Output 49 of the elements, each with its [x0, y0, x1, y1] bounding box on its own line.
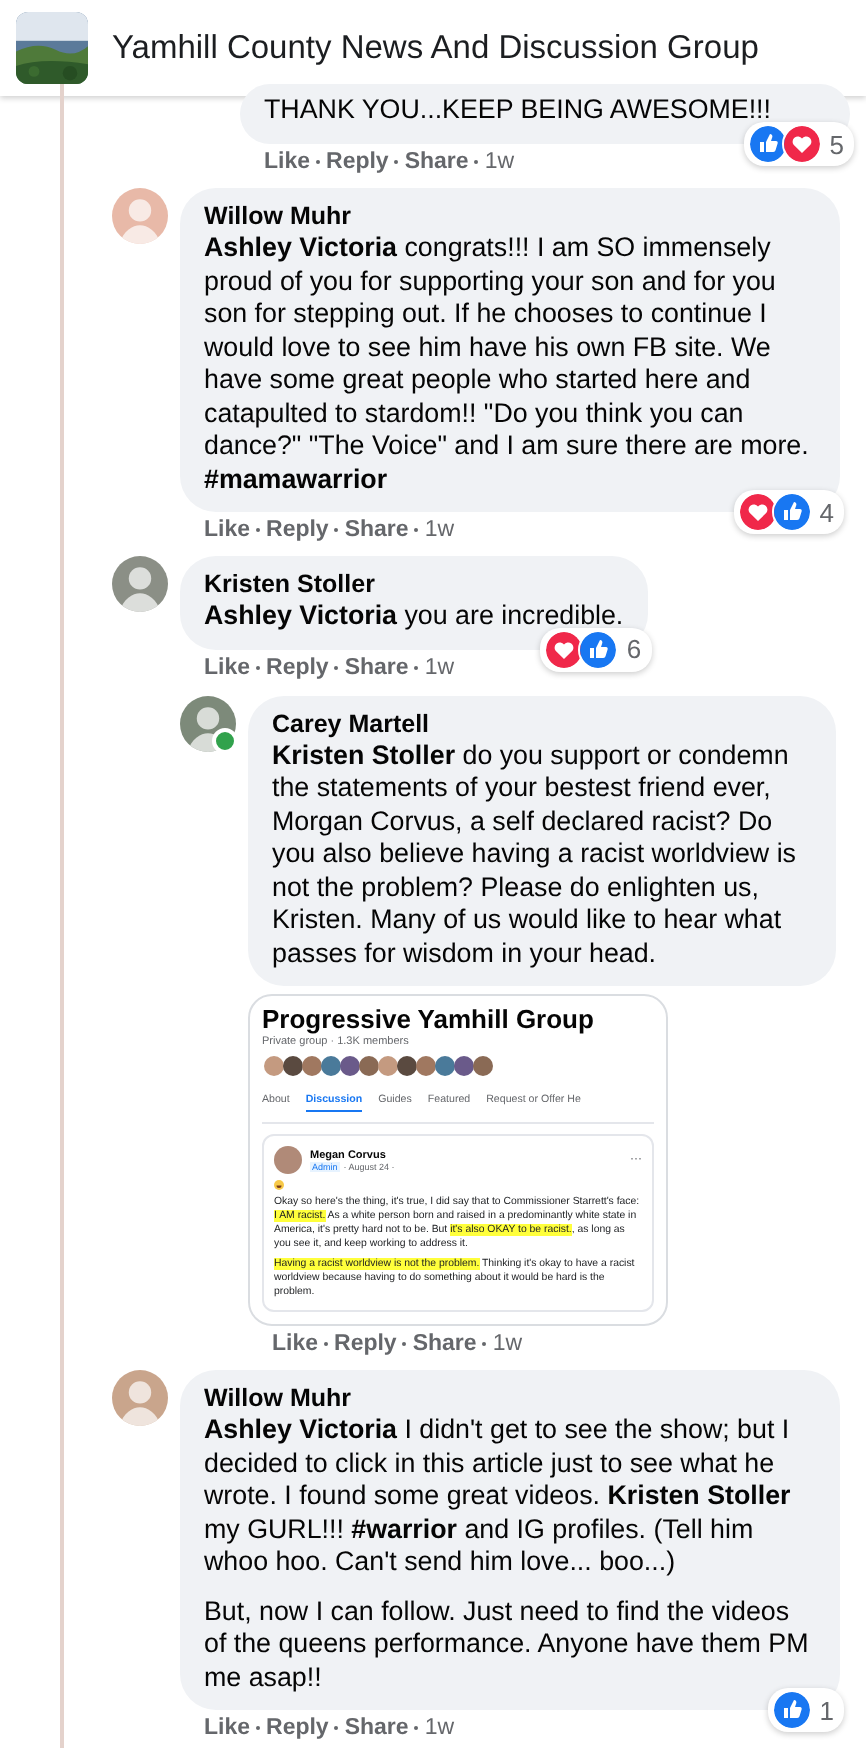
comment-text: Ashley Victoria you are incredible. — [204, 600, 624, 633]
timestamp: 1w — [424, 518, 455, 542]
comment-text: Ashley Victoria I didn't get to see the show; but I decided to click in this article just to see what he wrote. I found some great videos. Kristen Stoller my GURL!!! #warrior and IG profiles. (Tell him whoo hoo. Can't send him love... boo...) — [204, 1414, 793, 1579]
avatar[interactable] — [112, 556, 168, 612]
thumbs-up-icon — [771, 492, 812, 532]
action-link[interactable]: Reply — [334, 1332, 397, 1356]
timestamp: 1w — [424, 655, 455, 679]
group-title: Yamhill County News And Discussion Group — [112, 29, 759, 67]
action-link[interactable]: Like — [264, 150, 311, 174]
avatar — [274, 1146, 302, 1174]
comment-text: Kristen Stoller do you support or condemn the statements of your bestest friend ever, Morgan Corvus, a self declared racist? Do you also believe having a racist worldview is not the problem? Please do enlighten us, Kristen. Many of us would like to hear what passes for wisdom in your head. — [272, 739, 798, 970]
action-link[interactable]: Like — [204, 1716, 251, 1740]
action-link[interactable]: Reply — [266, 655, 329, 679]
timestamp: 1w — [424, 1716, 455, 1740]
author-name[interactable]: Willow Muhr — [204, 200, 816, 232]
thumbs-up-icon — [771, 1690, 812, 1730]
action-link[interactable]: Share — [412, 1332, 477, 1356]
avatar[interactable] — [112, 1370, 168, 1426]
action-link[interactable]: Reply — [266, 518, 329, 542]
timestamp: 1w — [492, 1332, 523, 1356]
screenshot-card[interactable] — [248, 994, 668, 1326]
comment-text: Ashley Victoria congrats!!! I am SO immensely proud of you for supporting your son and for you son for stepping out. If he chooses to continue I would love to see him have his own FB site. We have some great people who started here and catapulted to stardom!! "Do you think you can dance?" "The Voice" and I am sure there are more. #mamawarrior — [204, 232, 811, 496]
group-name: Progressive Yamhill Group — [262, 1004, 596, 1034]
heart-icon — [544, 629, 585, 669]
action-link[interactable]: Like — [272, 1332, 319, 1356]
heart-icon — [781, 124, 822, 164]
reaction-badge[interactable]: 5 — [743, 122, 854, 166]
author-name[interactable]: Kristen Stoller — [204, 568, 624, 600]
reaction-badge[interactable]: 1 — [767, 1688, 844, 1732]
action-link[interactable]: Share — [344, 1716, 409, 1740]
action-link[interactable]: Like — [204, 655, 251, 679]
action-link[interactable]: Share — [404, 150, 469, 174]
comment-text: But, now I can follow. Just need to find the videos of the queens performance. Anyone have them PM me asap!! — [204, 1595, 811, 1694]
reaction-badge[interactable]: 4 — [733, 490, 844, 534]
thumbs-up-icon — [578, 629, 619, 669]
action-link[interactable]: Share — [344, 655, 409, 679]
thumbs-up-icon — [747, 124, 788, 164]
comment-text: THANK YOU...KEEP BEING AWESOME!!! — [264, 94, 771, 124]
action-link[interactable]: Reply — [266, 1716, 329, 1740]
reaction-badge[interactable]: 6 — [540, 627, 652, 671]
avatar[interactable] — [112, 188, 168, 244]
action-link[interactable]: Share — [344, 518, 409, 542]
author-name[interactable]: Carey Martell — [272, 707, 812, 739]
heart-icon — [737, 492, 778, 532]
timestamp: 1w — [484, 150, 515, 174]
laughing-emoji-icon — [274, 1180, 284, 1190]
author-name[interactable]: Willow Muhr — [204, 1382, 816, 1414]
action-link[interactable]: Reply — [326, 150, 389, 174]
action-link[interactable]: Like — [204, 518, 251, 542]
